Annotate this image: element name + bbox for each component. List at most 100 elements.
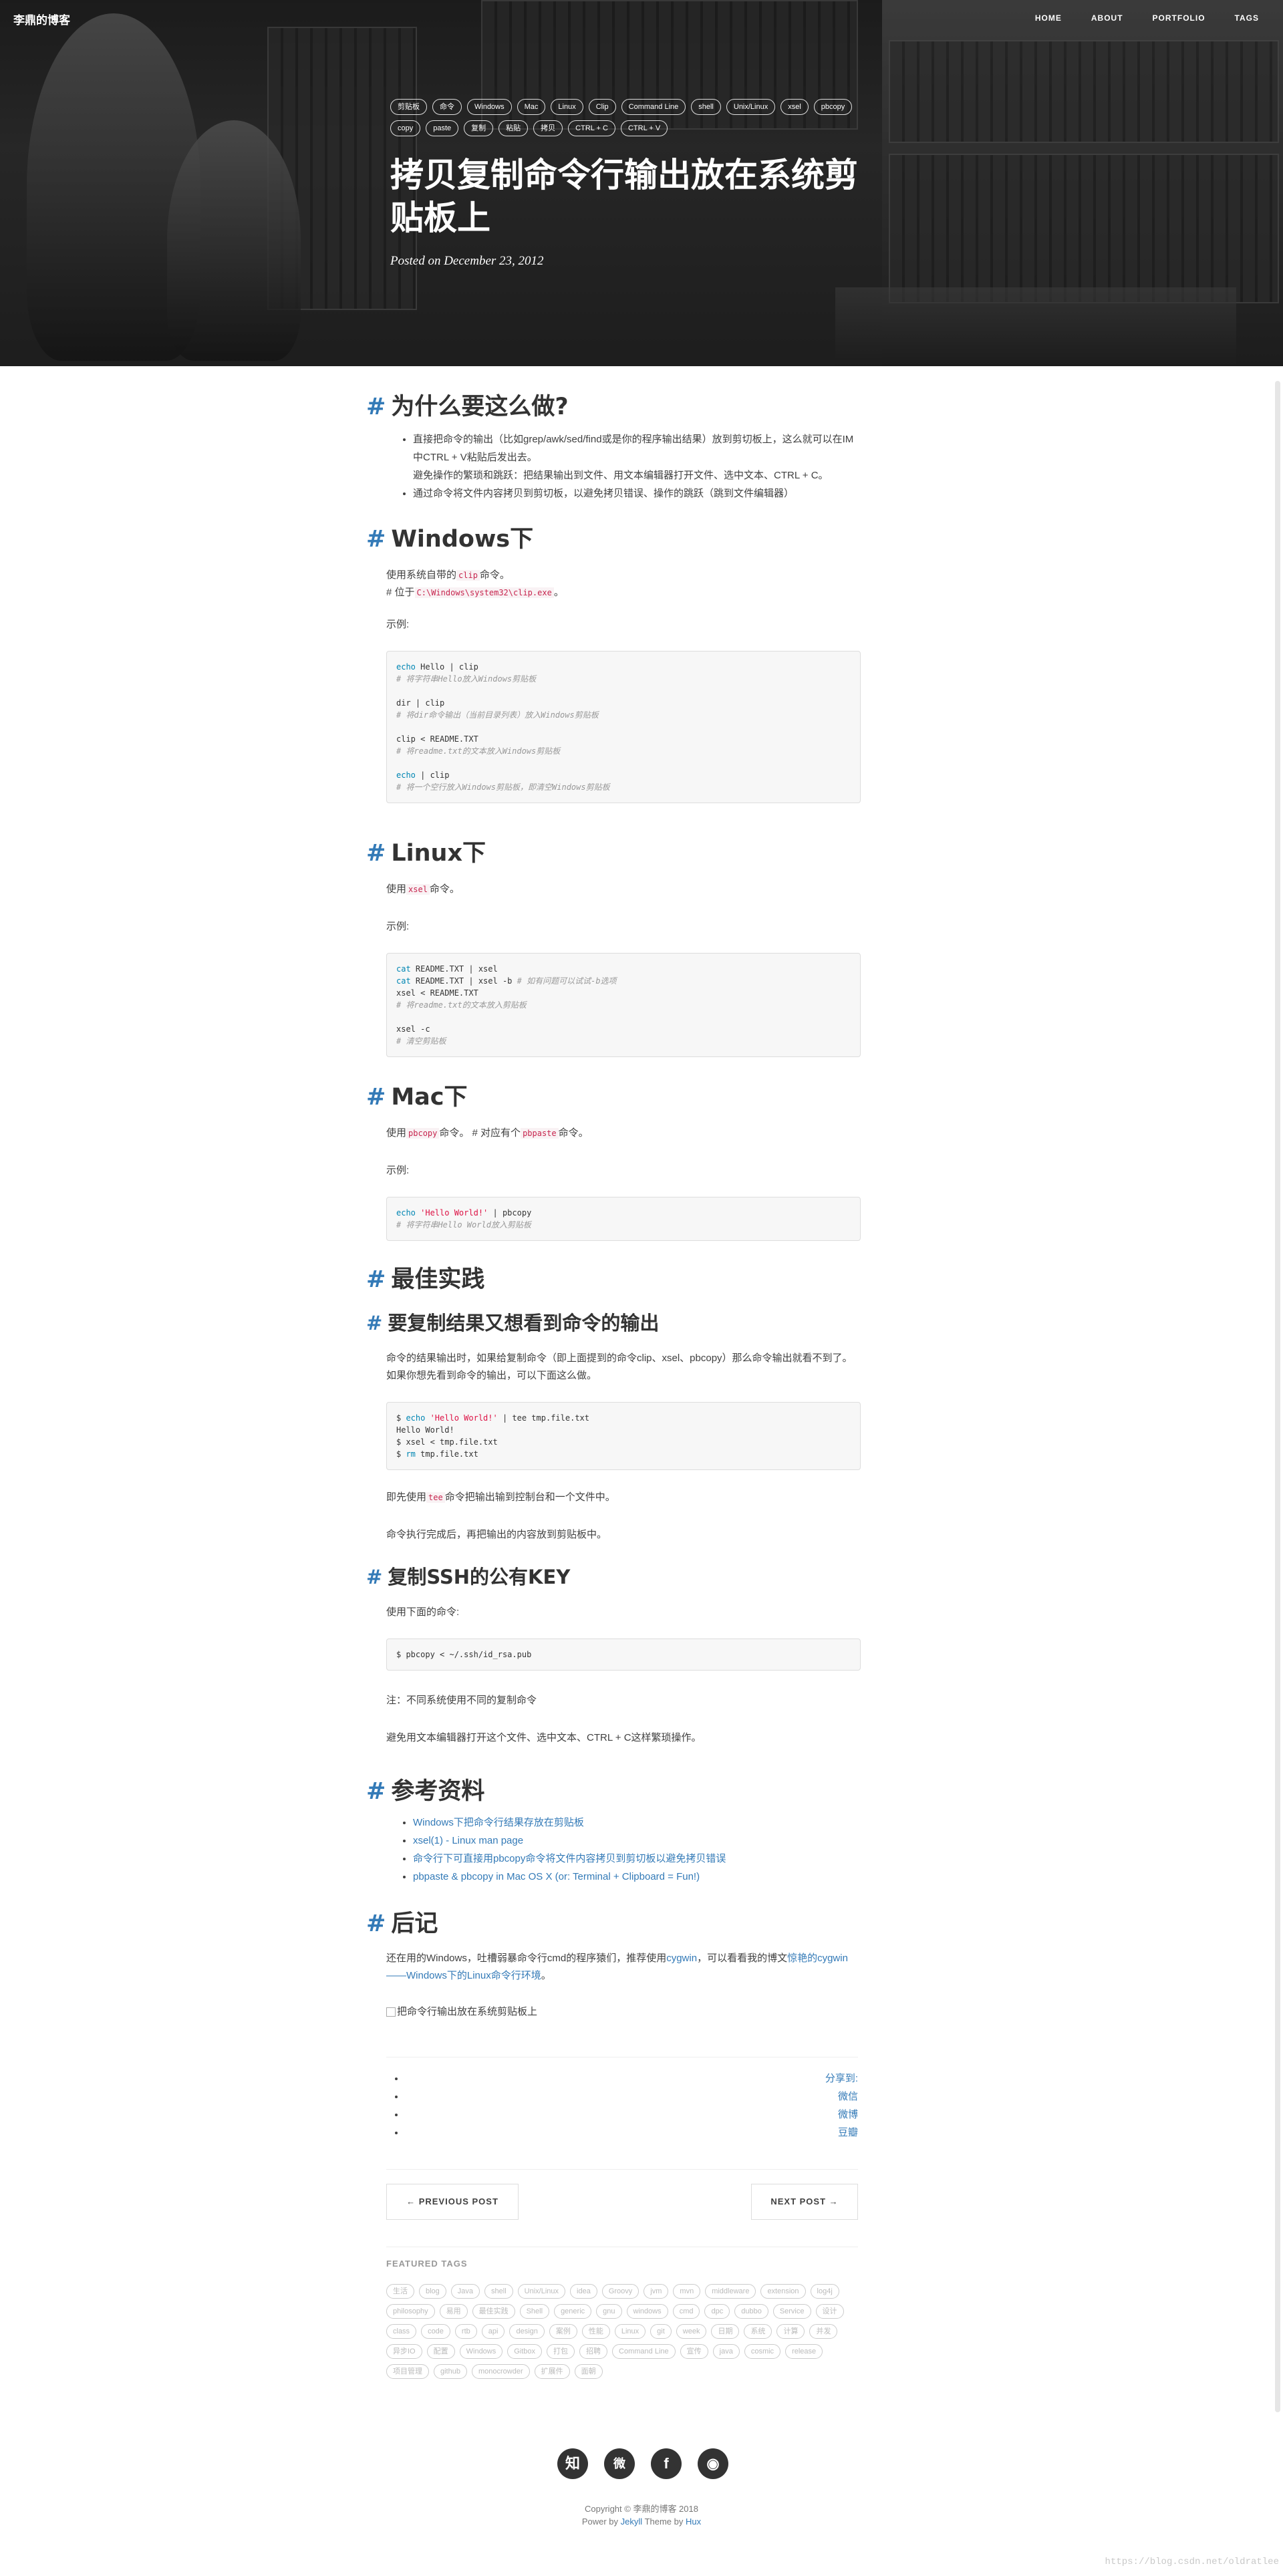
tag-pill[interactable]: CTRL + C: [568, 120, 615, 136]
featured-tag[interactable]: idea: [570, 2284, 597, 2299]
featured-tag[interactable]: 计算: [776, 2324, 805, 2339]
featured-tag[interactable]: design: [509, 2324, 545, 2339]
featured-tag[interactable]: Groovy: [601, 2284, 639, 2299]
featured-tag[interactable]: log4j: [810, 2284, 839, 2299]
featured-tag[interactable]: Unix/Linux: [517, 2284, 566, 2299]
anchor-hash[interactable]: #: [366, 1312, 382, 1334]
featured-tag[interactable]: 系统: [744, 2324, 772, 2339]
featured-tag[interactable]: Windows: [459, 2344, 503, 2359]
featured-tag[interactable]: Shell: [519, 2304, 550, 2319]
share-weibo-link[interactable]: 微博: [838, 2106, 858, 2124]
featured-tag[interactable]: Gitbox: [507, 2344, 543, 2359]
cygwin-link[interactable]: cygwin: [666, 1953, 697, 1964]
tag-pill[interactable]: 拷贝: [533, 120, 563, 136]
tag-pill[interactable]: xsel: [780, 99, 809, 115]
reference-link[interactable]: Windows下把命令行结果存放在剪贴板: [413, 1817, 584, 1828]
featured-tag[interactable]: Service: [772, 2304, 811, 2319]
nav-portfolio[interactable]: PORTFOLIO: [1153, 13, 1205, 23]
tag-pill[interactable]: paste: [426, 120, 459, 136]
featured-tag[interactable]: Java: [450, 2284, 480, 2299]
featured-tag[interactable]: mvn: [673, 2284, 701, 2299]
facebook-icon[interactable]: f: [651, 2448, 682, 2479]
featured-tag[interactable]: git: [650, 2324, 672, 2339]
featured-tag[interactable]: extension: [760, 2284, 806, 2299]
featured-tag[interactable]: windows: [626, 2304, 668, 2319]
tag-pill[interactable]: Clip: [588, 99, 616, 115]
featured-tag[interactable]: shell: [484, 2284, 513, 2299]
tag-pill[interactable]: copy: [390, 120, 421, 136]
tag-pill[interactable]: CTRL + V: [620, 120, 668, 136]
featured-tag[interactable]: class: [386, 2324, 417, 2339]
featured-tag[interactable]: philosophy: [386, 2304, 435, 2319]
featured-tag[interactable]: Linux: [614, 2324, 646, 2339]
featured-tag[interactable]: cosmic: [744, 2344, 781, 2359]
tag-pill[interactable]: Command Line: [621, 99, 686, 115]
featured-tag[interactable]: dpc: [704, 2304, 730, 2319]
tag-pill[interactable]: Windows: [467, 99, 512, 115]
tag-pill[interactable]: Linux: [551, 99, 583, 115]
reference-link[interactable]: pbpaste & pbcopy in Mac OS X (or: Termin…: [413, 1871, 700, 1882]
anchor-hash[interactable]: #: [366, 394, 386, 420]
featured-tag[interactable]: 面朝: [574, 2364, 603, 2379]
featured-tag[interactable]: 项目管理: [386, 2364, 429, 2379]
featured-tag[interactable]: cmd: [672, 2304, 700, 2319]
featured-tag[interactable]: 案例: [549, 2324, 577, 2339]
anchor-hash[interactable]: #: [366, 1266, 386, 1293]
tag-pill[interactable]: 命令: [432, 99, 462, 115]
nav-about[interactable]: ABOUT: [1091, 13, 1123, 23]
featured-tag[interactable]: 打包: [547, 2344, 575, 2359]
featured-tag[interactable]: 招聘: [579, 2344, 608, 2359]
scrollbar[interactable]: [1275, 381, 1280, 2412]
featured-tag[interactable]: monocrowder: [471, 2364, 530, 2379]
featured-tag[interactable]: release: [785, 2344, 823, 2359]
featured-tag[interactable]: jvm: [644, 2284, 669, 2299]
reference-link[interactable]: xsel(1) - Linux man page: [413, 1835, 523, 1846]
featured-tag[interactable]: dubbo: [734, 2304, 768, 2319]
featured-tag[interactable]: code: [421, 2324, 450, 2339]
featured-tag[interactable]: 扩展件: [534, 2364, 570, 2379]
featured-tag[interactable]: 并发: [809, 2324, 838, 2339]
featured-tag[interactable]: 性能: [581, 2324, 610, 2339]
reference-link[interactable]: 命令行下可直接用pbcopy命令将文件内容拷贝到剪切板以避免拷贝错误: [413, 1853, 726, 1864]
next-post-button[interactable]: NEXT POST →: [751, 2184, 858, 2220]
featured-tag[interactable]: week: [676, 2324, 707, 2339]
tag-pill[interactable]: Unix/Linux: [726, 99, 776, 115]
anchor-hash[interactable]: #: [366, 1566, 382, 1588]
brand-link[interactable]: 李鼎的博客: [13, 11, 70, 27]
featured-tag[interactable]: middleware: [705, 2284, 756, 2299]
tag-pill[interactable]: shell: [691, 99, 721, 115]
tag-pill[interactable]: Mac: [517, 99, 546, 115]
zhihu-icon[interactable]: 知: [557, 2448, 588, 2479]
anchor-hash[interactable]: #: [366, 1910, 386, 1937]
hux-link[interactable]: Hux: [686, 2517, 701, 2527]
featured-tag[interactable]: 配置: [426, 2344, 455, 2359]
weibo-icon[interactable]: 微: [604, 2448, 635, 2479]
featured-tag[interactable]: github: [434, 2364, 467, 2379]
featured-tag[interactable]: 生活: [386, 2284, 414, 2299]
featured-tag[interactable]: gnu: [596, 2304, 622, 2319]
tag-pill[interactable]: 复制: [464, 120, 494, 136]
featured-tag[interactable]: generic: [554, 2304, 592, 2319]
share-wechat-link[interactable]: 微信: [838, 2088, 858, 2106]
featured-tag[interactable]: 易用: [439, 2304, 468, 2319]
anchor-hash[interactable]: #: [366, 1084, 386, 1111]
featured-tag[interactable]: 最佳实践: [472, 2304, 515, 2319]
featured-tag[interactable]: Command Line: [612, 2344, 676, 2359]
featured-tag[interactable]: 宣传: [680, 2344, 708, 2359]
anchor-hash[interactable]: #: [366, 526, 386, 553]
nav-tags[interactable]: TAGS: [1235, 13, 1259, 23]
featured-tag[interactable]: 日期: [711, 2324, 740, 2339]
featured-tag[interactable]: 异步IO: [386, 2344, 422, 2359]
previous-post-button[interactable]: ← PREVIOUS POST: [386, 2184, 519, 2220]
featured-tag[interactable]: api: [481, 2324, 505, 2339]
featured-tag[interactable]: rtb: [454, 2324, 477, 2339]
jekyll-link[interactable]: Jekyll: [621, 2517, 643, 2527]
anchor-hash[interactable]: #: [366, 840, 386, 867]
featured-tag[interactable]: java: [712, 2344, 740, 2359]
tag-pill[interactable]: 剪贴板: [390, 99, 427, 115]
nav-home[interactable]: HOME: [1035, 13, 1062, 23]
featured-tag[interactable]: blog: [419, 2284, 446, 2299]
github-icon[interactable]: ◉: [698, 2448, 728, 2479]
share-douban-link[interactable]: 豆瓣: [838, 2124, 858, 2142]
tag-pill[interactable]: pbcopy: [813, 99, 853, 115]
